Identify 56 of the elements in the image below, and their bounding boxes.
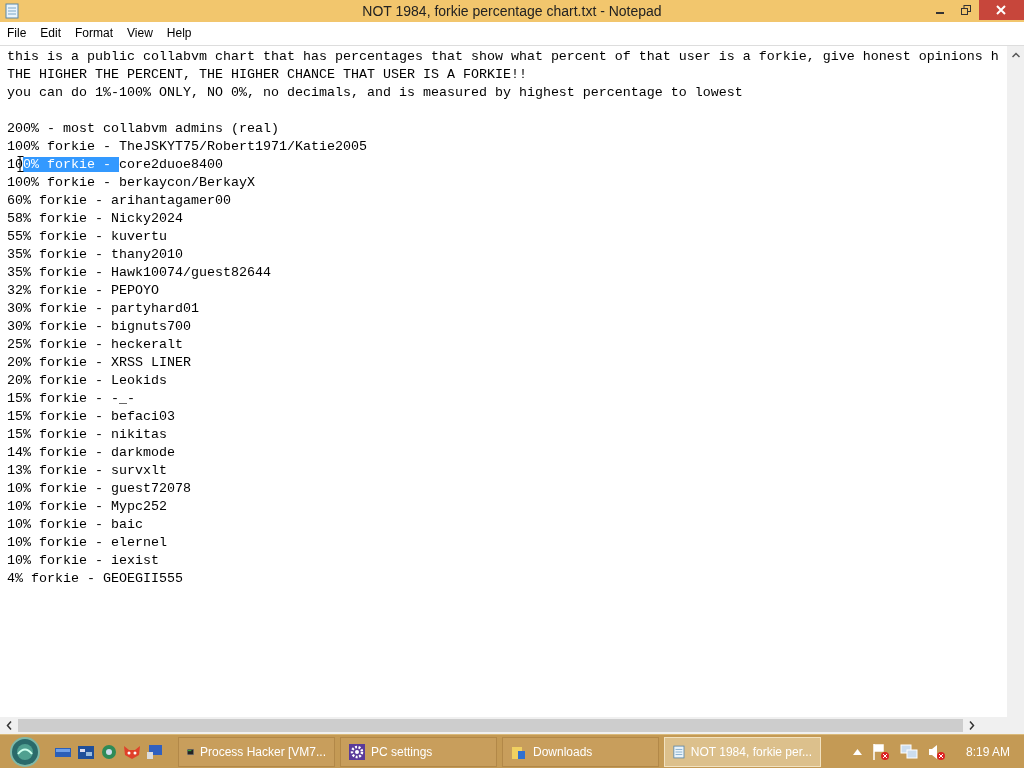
text-line: 15% forkie - -_- — [7, 390, 136, 408]
show-hidden-icons-icon[interactable] — [852, 748, 862, 755]
close-button[interactable] — [979, 0, 1024, 20]
vertical-scrollbar[interactable] — [1007, 46, 1024, 717]
text-line: 15% forkie - nikitas — [7, 426, 168, 444]
text-line: THE HIGHER THE PERCENT, THE HIGHER CHANCE THAT USER IS A FORKIE!! — [7, 66, 528, 84]
scroll-left-icon — [6, 721, 12, 730]
text-line: 10% forkie - guest72078 — [7, 480, 192, 498]
fox-icon[interactable] — [123, 743, 141, 760]
text-line: 35% forkie - thany2010 — [7, 246, 184, 264]
text-line: 10% forkie - elernel — [7, 534, 168, 552]
text-line: 100% forkie - berkaycon/BerkayX — [7, 174, 256, 192]
speaker-muted-icon[interactable] — [927, 742, 946, 761]
menu-item[interactable]: View — [120, 26, 160, 40]
text-line: 4% forkie - GEOEGII555 — [7, 570, 184, 588]
text-line: this is a public collabvm chart that has percentages that show what percent of that user is a forkie, give honest opinions h — [7, 48, 1000, 66]
text-line: 60% forkie - arihantagamer00 — [7, 192, 232, 210]
menu-item[interactable]: Format — [68, 26, 121, 40]
computer-icon[interactable] — [146, 743, 164, 760]
menu-item[interactable]: File — [0, 26, 34, 40]
notepad-icon — [673, 743, 685, 760]
notepad-icon — [5, 3, 19, 19]
flag-warning-icon[interactable] — [871, 742, 890, 761]
text-line: 100% forkie - core2duoe8400 — [7, 156, 224, 174]
scrollbar-thumb[interactable] — [18, 719, 963, 732]
text-line: 10% forkie - baic — [7, 516, 144, 534]
scroll-up-icon — [1011, 52, 1020, 58]
browser-icon[interactable] — [100, 743, 118, 760]
text-line: 35% forkie - Hawk10074/guest82644 — [7, 264, 272, 282]
text-line: 13% forkie - survxlt — [7, 462, 168, 480]
close-icon — [996, 5, 1007, 15]
start-orb-icon[interactable] — [8, 736, 42, 767]
restore-icon — [961, 5, 971, 15]
text-line: 58% forkie - Nicky2024 — [7, 210, 184, 228]
text-line: 100% forkie - TheJSKYT75/Robert1971/Katie2005 — [7, 138, 368, 156]
text-line: 15% forkie - befaci03 — [7, 408, 176, 426]
text-line: 30% forkie - bignuts700 — [7, 318, 192, 336]
text-line: 20% forkie - XRSS LINER — [7, 354, 192, 372]
menu-item[interactable]: Help — [159, 26, 199, 40]
text-line: 200% - most collabvm admins (real) — [7, 120, 280, 138]
text-line: 32% forkie - PEPOYO — [7, 282, 160, 300]
text-line: you can do 1%-100% ONLY, NO 0%, no decimals, and is measured by highest percentage to lowest — [7, 84, 744, 102]
text-line: 10% forkie - iexist — [7, 552, 160, 570]
text-line: 30% forkie - partyhard01 — [7, 300, 200, 318]
text-line: 20% forkie - Leokids — [7, 372, 168, 390]
menu-item[interactable]: Edit — [33, 26, 69, 40]
scroll-right-icon — [969, 721, 975, 730]
text-line: 55% forkie - kuvertu — [7, 228, 168, 246]
window-icon[interactable] — [77, 743, 95, 760]
text-line: 10% forkie - Mypc252 — [7, 498, 168, 516]
minimize-icon — [936, 12, 944, 14]
text-line: 14% forkie - darkmode — [7, 444, 176, 462]
network-icon[interactable] — [899, 742, 918, 761]
text-line: 25% forkie - heckeralt — [7, 336, 184, 354]
window-title: NOT 1984, forkie percentage chart.txt - Notepad — [361, 3, 662, 19]
gear-icon — [349, 743, 365, 760]
